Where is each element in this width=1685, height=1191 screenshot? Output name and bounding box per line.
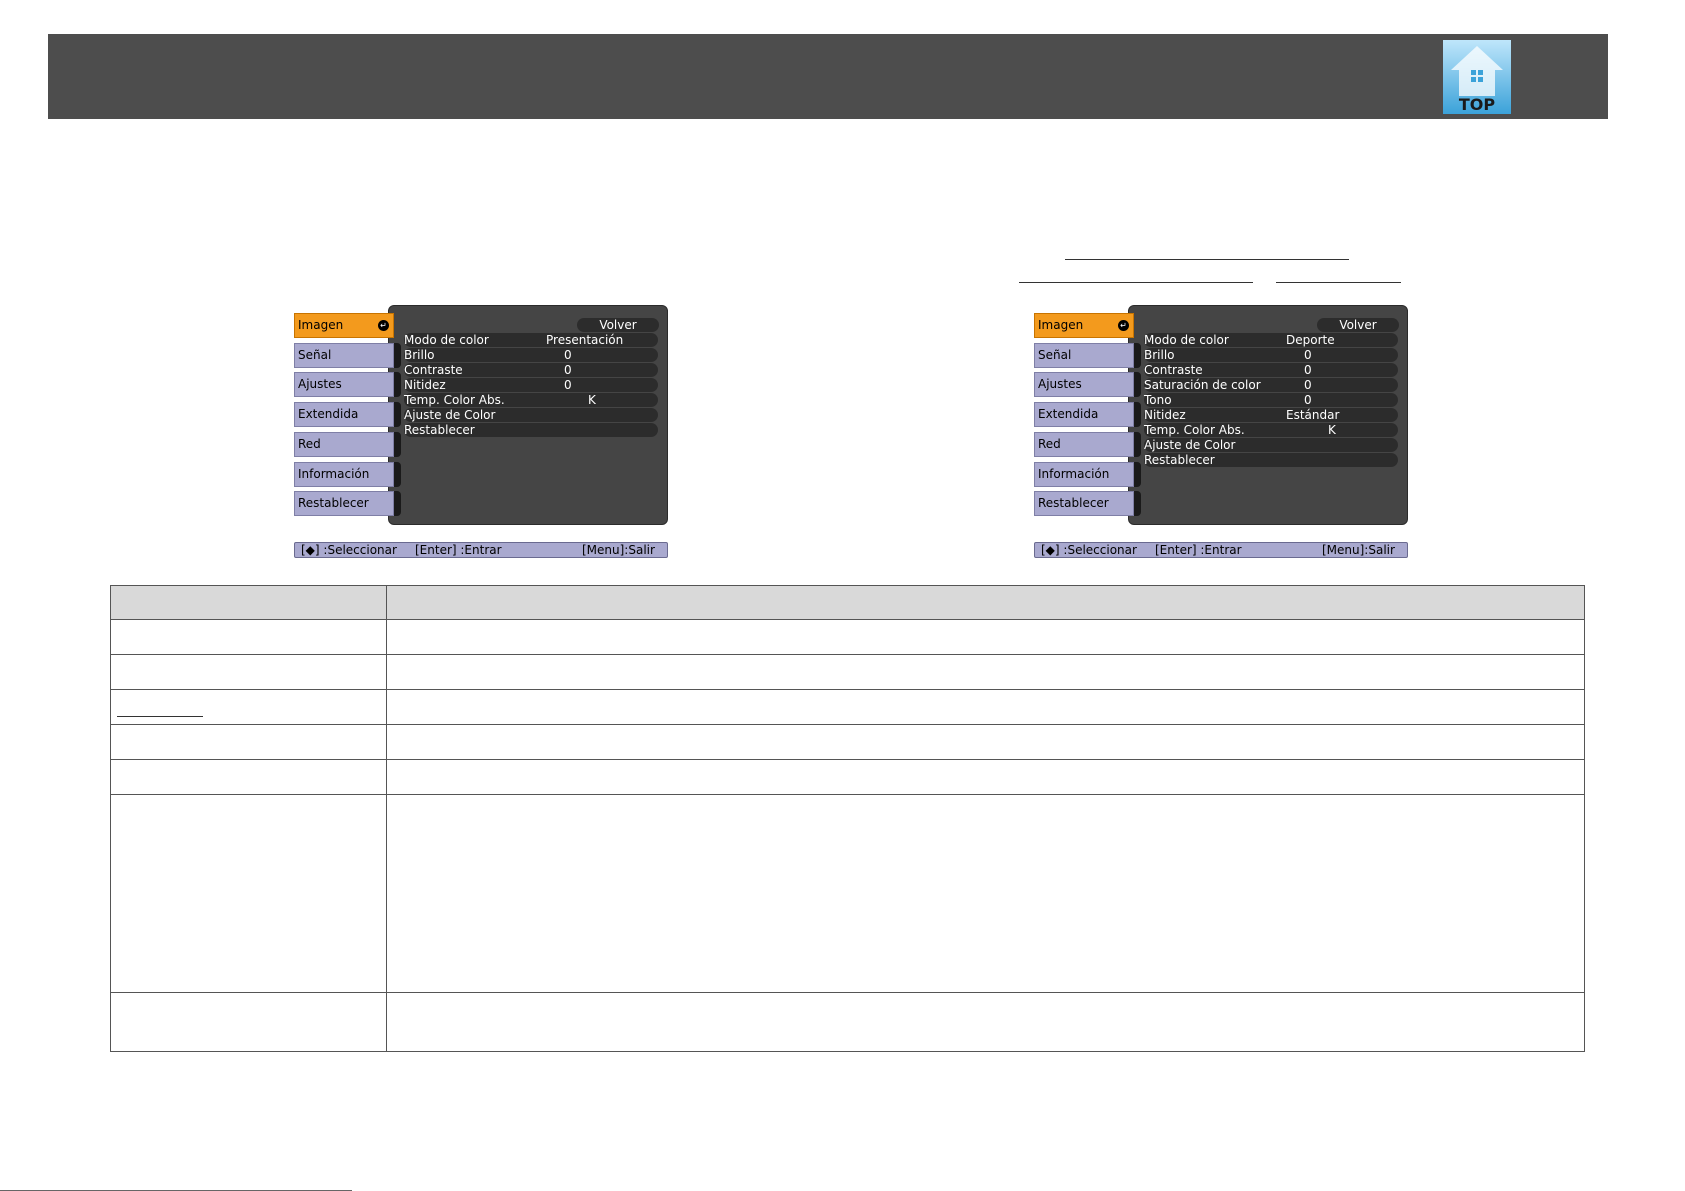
menu-tab-red: Red bbox=[1034, 432, 1134, 457]
menu-row: Temp. Color Abs. K bbox=[1144, 423, 1398, 437]
menu-status-bar: [◆] :Seleccionar [Enter] :Entrar [Menu]:… bbox=[1034, 542, 1408, 558]
table-row bbox=[110, 759, 1585, 795]
menu-tab-imagen: Imagen ↵ bbox=[1034, 313, 1134, 338]
menu-row: Saturación de color 0 bbox=[1144, 378, 1398, 392]
tab-divider bbox=[1134, 402, 1141, 427]
tab-divider bbox=[394, 343, 401, 368]
tab-divider bbox=[394, 372, 401, 397]
table-cell bbox=[386, 759, 1585, 795]
menu-row: Tono 0 bbox=[1144, 393, 1398, 407]
menu-tab-senal: Señal bbox=[1034, 343, 1134, 368]
menu-tab-imagen: Imagen ↵ bbox=[294, 313, 394, 338]
menu-row: Restablecer bbox=[1144, 453, 1398, 467]
menu-row: Modo de color Presentación bbox=[404, 333, 658, 347]
table-row bbox=[110, 689, 1585, 725]
link-underline-1[interactable] bbox=[1065, 259, 1349, 260]
menu-row: Ajuste de Color bbox=[1144, 438, 1398, 452]
table-cell bbox=[386, 724, 1585, 760]
menu-tab-informacion: Información bbox=[1034, 462, 1134, 487]
menu-row: Ajuste de Color bbox=[404, 408, 658, 422]
table-cell bbox=[110, 759, 387, 795]
table-cell bbox=[110, 689, 387, 725]
home-top-icon[interactable]: TOP bbox=[1443, 40, 1511, 114]
tab-divider bbox=[394, 491, 401, 516]
table-row bbox=[110, 654, 1585, 690]
settings-table bbox=[110, 585, 1585, 1052]
page-header-bar bbox=[48, 34, 1608, 119]
table-cell bbox=[386, 689, 1585, 725]
menu-row: Modo de color Deporte bbox=[1144, 333, 1398, 347]
menu-row: Brillo 0 bbox=[404, 348, 658, 362]
tab-divider bbox=[1134, 343, 1141, 368]
menu-tab-restablecer: Restablecer bbox=[294, 491, 394, 516]
tab-divider bbox=[1134, 462, 1141, 487]
top-icon-label: TOP bbox=[1459, 95, 1496, 114]
menu-row: Restablecer bbox=[404, 423, 658, 437]
table-cell bbox=[386, 992, 1585, 1052]
menu-tab-senal: Señal bbox=[294, 343, 394, 368]
table-row bbox=[110, 992, 1585, 1052]
menu-row: Nitidez 0 bbox=[404, 378, 658, 392]
back-button: Volver bbox=[1317, 318, 1399, 332]
menu-tab-extendida: Extendida bbox=[1034, 402, 1134, 427]
tab-divider bbox=[1134, 372, 1141, 397]
menu-screenshot-presentation: Imagen ↵ Señal Ajustes Extendida Red Info… bbox=[294, 305, 669, 565]
table-cell bbox=[386, 619, 1585, 655]
table-cell bbox=[386, 654, 1585, 690]
table-header-cell bbox=[386, 585, 1585, 620]
tab-divider bbox=[394, 462, 401, 487]
menu-tab-red: Red bbox=[294, 432, 394, 457]
menu-tab-ajustes: Ajustes bbox=[1034, 372, 1134, 397]
table-cell bbox=[386, 794, 1585, 993]
menu-row: Temp. Color Abs. K bbox=[404, 393, 658, 407]
menu-tab-restablecer: Restablecer bbox=[1034, 491, 1134, 516]
table-cell bbox=[110, 654, 387, 690]
menu-row: Nitidez Estándar bbox=[1144, 408, 1398, 422]
menu-tab-ajustes: Ajustes bbox=[294, 372, 394, 397]
menu-screenshot-sports: Imagen ↵ Señal Ajustes Extendida Red Info… bbox=[1034, 305, 1409, 565]
menu-row: Contraste 0 bbox=[404, 363, 658, 377]
menu-row: Brillo 0 bbox=[1144, 348, 1398, 362]
menu-tab-extendida: Extendida bbox=[294, 402, 394, 427]
table-cell bbox=[110, 992, 387, 1052]
link-underline-3[interactable] bbox=[1276, 282, 1401, 283]
table-cell bbox=[110, 724, 387, 760]
table-cell bbox=[110, 619, 387, 655]
link-underline-2[interactable] bbox=[1019, 282, 1253, 283]
back-button: Volver bbox=[577, 318, 659, 332]
tab-divider bbox=[1134, 491, 1141, 516]
menu-status-bar: [◆] :Seleccionar [Enter] :Entrar [Menu]:… bbox=[294, 542, 668, 558]
table-cell-link[interactable] bbox=[117, 715, 203, 717]
tab-divider bbox=[394, 402, 401, 427]
menu-row: Contraste 0 bbox=[1144, 363, 1398, 377]
tab-divider bbox=[1134, 432, 1141, 457]
table-header-row bbox=[110, 585, 1585, 620]
table-row bbox=[110, 619, 1585, 655]
menu-tab-informacion: Información bbox=[294, 462, 394, 487]
table-header-cell bbox=[110, 585, 387, 620]
table-row bbox=[110, 794, 1585, 993]
table-cell bbox=[110, 794, 387, 993]
enter-icon: ↵ bbox=[378, 320, 389, 331]
tab-divider bbox=[394, 432, 401, 457]
enter-icon: ↵ bbox=[1118, 320, 1129, 331]
table-row bbox=[110, 724, 1585, 760]
